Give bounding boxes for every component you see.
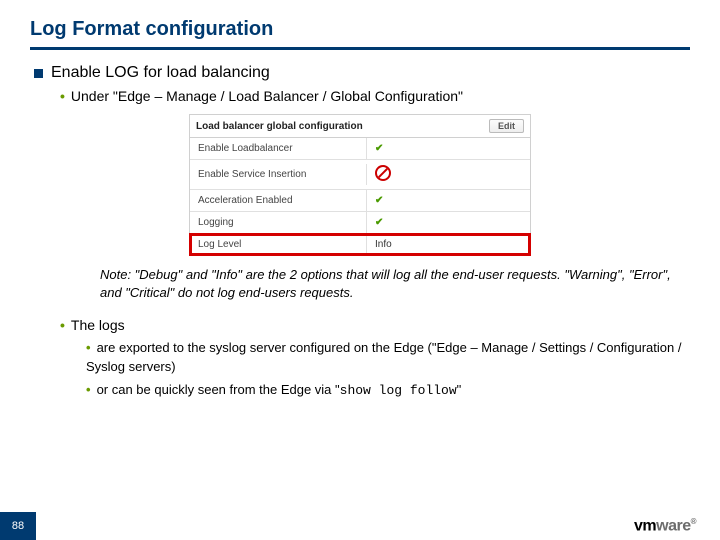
config-label: Log Level [190, 234, 367, 255]
edit-button[interactable]: Edit [489, 119, 524, 133]
check-icon: ✔ [375, 195, 383, 206]
config-label: Acceleration Enabled [190, 190, 367, 211]
square-bullet-icon [34, 69, 43, 78]
bullet-icon: • [86, 340, 91, 355]
bullet-icon: • [86, 382, 91, 397]
note-text: Note: "Debug" and "Info" are the 2 optio… [100, 266, 682, 301]
section-heading-text: Enable LOG for load balancing [51, 64, 270, 82]
logs-b1-text: are exported to the syslog server config… [86, 340, 681, 374]
config-header: Load balancer global configuration [196, 121, 363, 132]
config-header-row: Load balancer global configuration Edit [190, 115, 530, 138]
logs-b2-post: " [457, 382, 462, 397]
config-row: Enable Service Insertion [190, 160, 530, 190]
config-value: Info [367, 234, 530, 255]
vmware-logo: vmware® [634, 517, 696, 535]
bullet-icon: • [60, 317, 65, 333]
config-screenshot: Load balancer global configuration Edit … [189, 114, 531, 256]
logs-b2-pre: or can be quickly seen from the Edge via… [97, 382, 340, 397]
logs-intro-text: The logs [71, 317, 125, 333]
config-label: Logging [190, 212, 367, 233]
bullet-icon: • [60, 88, 65, 104]
footer: 88 vmware® [0, 512, 720, 540]
path-line: • Under "Edge – Manage / Load Balancer / … [60, 88, 690, 104]
logs-bullet-2: • or can be quickly seen from the Edge vi… [86, 381, 690, 401]
config-row: Logging ✔ [190, 212, 530, 234]
config-row: Acceleration Enabled ✔ [190, 190, 530, 212]
path-text: Under "Edge – Manage / Load Balancer / G… [71, 88, 463, 104]
logs-b2-cmd: show log follow [340, 383, 457, 398]
config-value: ✔ [367, 212, 530, 233]
logs-bullet-1: •are exported to the syslog server confi… [86, 339, 690, 377]
title-rule [30, 47, 690, 50]
config-row: Enable Loadbalancer ✔ [190, 138, 530, 160]
config-value [367, 160, 530, 189]
page-number: 88 [0, 512, 36, 540]
config-label: Enable Service Insertion [190, 164, 367, 185]
disabled-icon [375, 165, 391, 181]
section-heading: Enable LOG for load balancing [34, 64, 690, 82]
config-value: ✔ [367, 138, 530, 159]
config-value: ✔ [367, 190, 530, 211]
page-title: Log Format configuration [30, 18, 690, 41]
check-icon: ✔ [375, 143, 383, 154]
config-label: Enable Loadbalancer [190, 138, 367, 159]
check-icon: ✔ [375, 217, 383, 228]
logs-intro: • The logs [60, 317, 690, 333]
config-row-loglevel: Log Level Info [190, 234, 530, 255]
